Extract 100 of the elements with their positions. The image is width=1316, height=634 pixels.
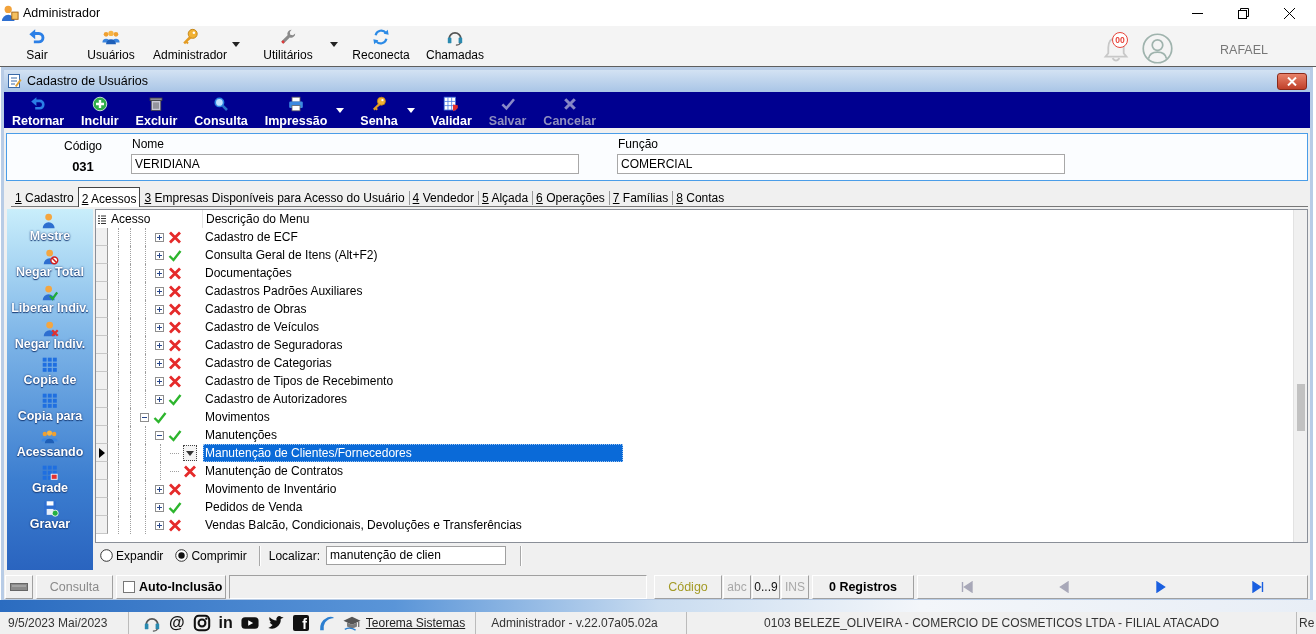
cross-icon[interactable] [168, 266, 182, 280]
caret-icon [406, 107, 415, 113]
checkbox-icon[interactable] [123, 581, 135, 593]
expand-icon[interactable] [155, 520, 164, 530]
toolbar-button[interactable]: Administrador [150, 26, 230, 62]
toolbar-button[interactable]: Excluir [131, 92, 182, 128]
menu-description[interactable]: Cadastro de Categorias [203, 354, 623, 372]
toolbar-button[interactable]: Reconecta [346, 26, 416, 62]
social-link[interactable]: in [218, 614, 233, 632]
menu-description[interactable]: Vendas Balcão, Condicionais, Devoluções e Transferências [203, 516, 623, 534]
toolbar-button[interactable]: Retornar [8, 92, 69, 128]
camera-outline-icon[interactable] [192, 614, 211, 632]
toolbar-button[interactable]: Incluir [77, 92, 123, 128]
menu-description[interactable]: Cadastro de Tipos de Recebimento [203, 372, 623, 390]
menu-description[interactable]: Pedidos de Venda [203, 498, 623, 516]
expand-icon[interactable] [155, 322, 164, 332]
side-action-button[interactable]: Gravar [29, 500, 71, 536]
tab[interactable]: 6 Operações [532, 187, 609, 206]
toolbar-button[interactable]: Consulta [190, 92, 252, 128]
cross-icon[interactable] [168, 230, 182, 244]
menu-description[interactable]: Manutenção de Contratos [203, 462, 623, 480]
access-dropdown[interactable] [183, 445, 197, 461]
check-icon[interactable] [168, 500, 182, 514]
cross-icon[interactable] [168, 374, 182, 388]
toolbar-button[interactable]: Sair [2, 26, 72, 62]
expand-icon[interactable] [155, 358, 164, 368]
role-field[interactable]: COMERCIAL [617, 154, 1065, 174]
menu-description[interactable]: Consulta Geral de Itens (Alt+F2) [203, 246, 623, 264]
toolbar-button[interactable]: Senha [356, 92, 402, 128]
menu-description[interactable]: Cadastros Padrões Auxiliares [203, 282, 623, 300]
cross-icon[interactable] [168, 320, 182, 334]
check-icon[interactable] [168, 248, 182, 262]
tab[interactable]: 4 Vendedor [408, 187, 479, 206]
scrollbar-thumb[interactable] [1297, 384, 1305, 431]
menu-description[interactable]: Cadastro de Veículos [203, 318, 623, 336]
side-action-button[interactable]: Grade [31, 464, 69, 500]
collapse-icon[interactable] [140, 412, 149, 422]
side-action-button[interactable]: Acessando [16, 428, 84, 464]
play-button-icon[interactable] [240, 614, 259, 632]
toolbar-button[interactable]: Impressão [260, 92, 332, 128]
check-icon[interactable] [153, 410, 167, 424]
trash-icon [148, 96, 165, 112]
tab[interactable]: 3 Empresas Disponíveis para Acesso do Usuário [140, 187, 409, 206]
expand-icon[interactable] [155, 268, 164, 278]
toolbar-button[interactable]: Usuários [76, 26, 146, 62]
radio-option[interactable]: Comprimir [175, 548, 247, 563]
tab[interactable]: 5 Alçada [478, 187, 533, 206]
menu-description[interactable]: Cadastro de Seguradoras [203, 336, 623, 354]
check-icon[interactable] [168, 428, 182, 442]
radio-option[interactable]: Expandir [100, 548, 164, 563]
bird-icon[interactable] [266, 614, 285, 632]
tab[interactable]: 2 Acessos [77, 187, 141, 207]
expand-icon[interactable] [155, 304, 164, 314]
social-link[interactable]: f [292, 615, 309, 631]
tab[interactable]: 1 Cadastro [11, 187, 78, 206]
key-icon [371, 96, 388, 112]
tab[interactable]: 7 Famílias [608, 187, 673, 206]
toolbar-button[interactable]: Chamadas [420, 26, 490, 62]
cross-icon[interactable] [168, 482, 182, 496]
cross-icon[interactable] [168, 284, 182, 298]
expand-icon[interactable] [155, 340, 164, 350]
name-field[interactable]: VERIDIANA [131, 154, 579, 174]
expand-icon[interactable] [155, 394, 164, 404]
close-form-button[interactable] [1277, 72, 1307, 90]
vertical-scrollbar[interactable] [1293, 210, 1307, 542]
social-link[interactable]: @ [169, 614, 185, 632]
menu-description[interactable]: Documentações [203, 264, 623, 282]
menu-description[interactable]: Manutenção de Clientes/Fornecedores [203, 444, 623, 462]
cross-icon[interactable] [168, 356, 182, 370]
expand-icon[interactable] [155, 502, 164, 512]
cross-icon[interactable] [168, 302, 182, 316]
row-header[interactable] [96, 444, 108, 462]
cross-icon[interactable] [168, 338, 182, 352]
toolbar-button[interactable]: Utilitários [248, 26, 328, 62]
auto-include-checkbox[interactable]: Auto-Inclusão [116, 575, 226, 599]
cross-icon[interactable] [168, 518, 182, 532]
expand-icon[interactable] [155, 232, 164, 242]
menu-description[interactable]: Manutenções [203, 426, 623, 444]
menu-description[interactable]: Movimentos [203, 408, 623, 426]
column-header[interactable]: Descrição do Menu [203, 210, 310, 228]
menu-description[interactable]: Cadastro de Autorizadores [203, 390, 623, 408]
search-field[interactable]: manutenção de clien [326, 546, 507, 565]
check-icon[interactable] [168, 392, 182, 406]
menu-description[interactable]: Movimento de Inventário [203, 480, 623, 498]
expand-icon[interactable] [155, 286, 164, 296]
tab[interactable]: 8 Contas [672, 187, 729, 206]
expand-icon[interactable] [155, 376, 164, 386]
expand-icon[interactable] [155, 250, 164, 260]
cross-icon[interactable] [183, 464, 197, 478]
menu-description[interactable]: Cadastro de ECF [203, 228, 623, 246]
company-link[interactable]: Teorema Sistemas [365, 616, 466, 630]
graduation-cap-icon[interactable] [342, 614, 361, 632]
toggle-indicator[interactable]: 0...9 [752, 575, 780, 599]
expand-icon[interactable] [155, 484, 164, 494]
column-list-icon[interactable] [98, 214, 106, 224]
keyboard-button[interactable] [5, 575, 33, 599]
collapse-icon[interactable] [155, 430, 164, 440]
menu-description[interactable]: Cadastro de Obras [203, 300, 623, 318]
column-header[interactable]: Acesso [108, 210, 203, 228]
toolbar-button[interactable]: Validar [426, 92, 476, 128]
